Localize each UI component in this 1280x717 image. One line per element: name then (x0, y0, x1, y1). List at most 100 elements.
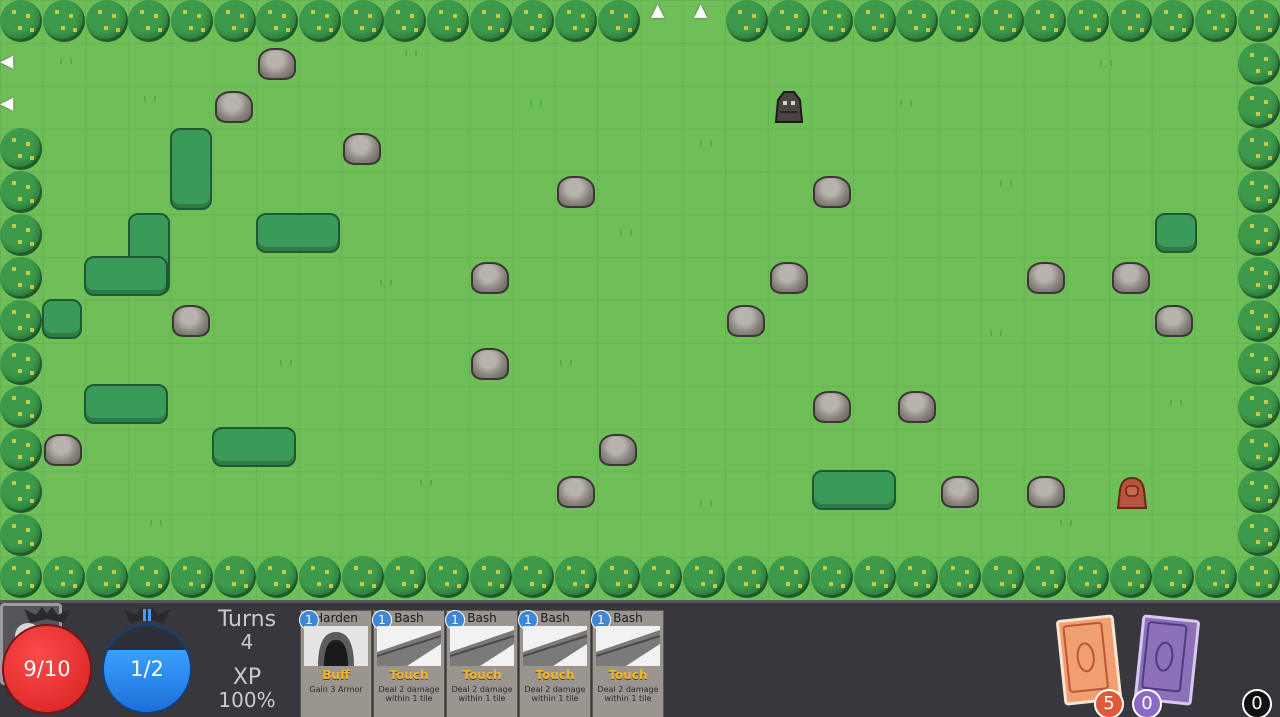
tree (470, 556, 512, 598)
tree (1238, 86, 1280, 128)
rock (813, 176, 851, 208)
tree (171, 0, 213, 42)
rock (172, 305, 210, 337)
bat-ornament-icon (124, 607, 170, 623)
tree (896, 0, 938, 42)
rock-slide-icon (596, 626, 660, 666)
tree (427, 556, 469, 598)
tree (43, 556, 85, 598)
exit-up-arrow-icon[interactable]: ▲ (694, 0, 707, 22)
tree (214, 0, 256, 42)
tree (598, 556, 640, 598)
draw-pile-count: 5 (1094, 689, 1124, 717)
tree (811, 556, 853, 598)
tree (1238, 514, 1280, 556)
grass-tuft (530, 100, 542, 106)
turns-value: 4 (240, 630, 254, 654)
card-harden[interactable]: Harden 1 Buff Gain 3 Armor (299, 610, 372, 717)
tree (768, 0, 810, 42)
tree (0, 514, 42, 556)
tree (384, 0, 426, 42)
tree (1067, 556, 1109, 598)
exit-left-arrow-icon[interactable]: ◀ (0, 51, 13, 73)
card-description: Deal 2 damage within 1 tile (524, 685, 586, 703)
tree (1238, 214, 1280, 256)
grass-tuft (700, 500, 712, 506)
tree (1024, 0, 1066, 42)
bush (84, 256, 168, 296)
rock (898, 391, 936, 423)
turn-info-panel: Turns 4 XP 100% (204, 609, 290, 713)
tree (86, 0, 128, 42)
tree (854, 556, 896, 598)
tree (1110, 556, 1152, 598)
grass-tuft (900, 100, 912, 106)
card-bash[interactable]: Bash 1 Touch Deal 2 damage within 1 tile (445, 610, 518, 717)
tree (0, 214, 42, 256)
grass-tuft (1000, 180, 1012, 186)
tree (1238, 386, 1280, 428)
health-orb: 9/10 (4, 626, 90, 712)
tree (598, 0, 640, 42)
tree (768, 556, 810, 598)
grass-tuft (1060, 520, 1072, 526)
tree (0, 300, 42, 342)
mana-orb: 1/2 (104, 626, 190, 712)
card-type: Touch (535, 668, 575, 682)
tree (43, 0, 85, 42)
turns-label: Turns (217, 607, 277, 632)
grass-tuft (380, 280, 392, 286)
card-back-icon (1141, 621, 1188, 693)
bush (170, 128, 212, 210)
card-bash[interactable]: Bash 1 Touch Deal 2 damage within 1 tile (518, 610, 591, 717)
grass-tuft (620, 230, 632, 236)
xp-label: XP (232, 665, 262, 690)
exhaust-pile-count: 0 (1242, 689, 1272, 717)
bush (256, 213, 340, 253)
exit-up-arrow-icon[interactable]: ▲ (651, 0, 664, 22)
card-description: Deal 2 damage within 1 tile (597, 685, 659, 703)
tree (1238, 300, 1280, 342)
rock (1155, 305, 1193, 337)
tree (982, 0, 1024, 42)
card-type: Touch (389, 668, 429, 682)
bush (84, 384, 168, 424)
tree (1110, 0, 1152, 42)
bush (1155, 213, 1197, 253)
rock (557, 476, 595, 508)
exit-left-arrow-icon[interactable]: ◀ (0, 93, 13, 115)
tree (683, 556, 725, 598)
tree (0, 429, 42, 471)
grass-tuft (405, 50, 417, 56)
bat-ornament-icon (24, 607, 70, 623)
tree (0, 0, 42, 42)
card-bash[interactable]: Bash 1 Touch Deal 2 damage within 1 tile (591, 610, 664, 717)
rock (813, 391, 851, 423)
tree (1195, 0, 1237, 42)
rock-slide-icon (523, 626, 587, 666)
card-bash[interactable]: Bash 1 Touch Deal 2 damage within 1 tile (372, 610, 445, 717)
rock (557, 176, 595, 208)
tree (384, 556, 426, 598)
tree (256, 0, 298, 42)
xp-value: 100% (218, 688, 276, 712)
tree (214, 556, 256, 598)
tree (0, 128, 42, 170)
player-golem-icon[interactable] (768, 86, 808, 126)
rock (258, 48, 296, 80)
tree (1238, 471, 1280, 513)
health-value: 9/10 (23, 657, 71, 681)
grass-tuft (280, 360, 292, 366)
grass-tuft (150, 520, 162, 526)
game-map[interactable]: ▲ ▲ ◀ ◀ (0, 0, 1280, 600)
tree (1238, 556, 1280, 598)
tree (1238, 171, 1280, 213)
hud-bar: 9/10 1/2 Turns 4 XP 100% Harden 1 Buff G… (0, 600, 1280, 717)
tree (0, 471, 42, 513)
grass-tuft (1170, 400, 1182, 406)
tree (726, 0, 768, 42)
bush (42, 299, 82, 339)
grass-tuft (560, 360, 572, 366)
enemy-stump-icon[interactable] (1112, 472, 1152, 512)
rock (770, 262, 808, 294)
